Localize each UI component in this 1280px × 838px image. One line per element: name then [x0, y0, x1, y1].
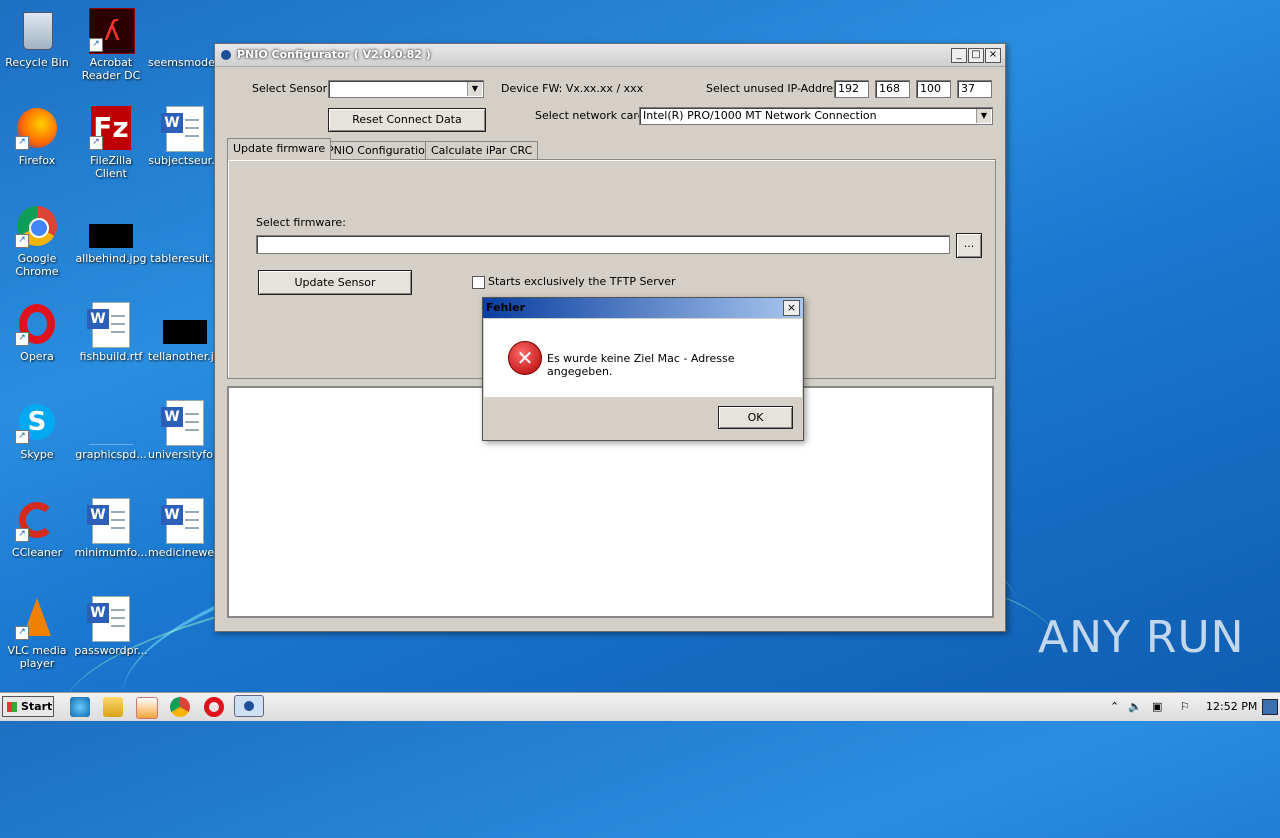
error-icon: ✕: [508, 341, 542, 375]
firmware-path-input[interactable]: [256, 235, 950, 254]
word-document-icon: W: [87, 302, 133, 348]
select-sensor-dropdown[interactable]: ▼: [328, 80, 484, 98]
desktop-icon-firefox[interactable]: ↗ Firefox: [0, 106, 74, 167]
desktop-icon-ccleaner[interactable]: ↗ CCleaner: [0, 498, 74, 559]
word-document-icon: W: [161, 498, 207, 544]
ip-octet-2[interactable]: 168: [875, 80, 910, 98]
browse-firmware-button[interactable]: ...: [956, 233, 982, 258]
chrome-icon: ↗: [15, 204, 59, 248]
explorer-icon[interactable]: [103, 697, 123, 717]
skype-icon: S ↗: [15, 400, 59, 444]
show-hidden-icons-button[interactable]: ⌃: [1110, 693, 1119, 721]
tftp-checkbox[interactable]: [472, 276, 485, 289]
desktop-icon-medicinewe[interactable]: W medicinewe...: [148, 498, 222, 559]
desktop-icon-seemsmode[interactable]: seemsmode...: [148, 8, 222, 69]
desktop-icon-filezilla[interactable]: Fz ↗ FileZilla Client: [74, 106, 148, 180]
chevron-down-icon: ▼: [976, 109, 991, 123]
tab-calculate-ipar-crc[interactable]: Calculate iPar CRC: [425, 141, 539, 159]
action-center-flag-icon[interactable]: ⚐: [1180, 693, 1190, 721]
start-button[interactable]: Start: [2, 696, 54, 717]
desktop-icon-tellanother[interactable]: tellanother.jpg: [148, 302, 222, 363]
desktop-icon-universityfo[interactable]: W universityfo...: [148, 400, 222, 461]
network-icon[interactable]: ▣: [1152, 693, 1162, 721]
app-icon: [221, 50, 231, 60]
desktop-icon-subjectseur[interactable]: W subjectseur...: [148, 106, 222, 167]
desktop-icon-chrome[interactable]: ↗ Google Chrome: [0, 204, 74, 278]
network-card-dropdown[interactable]: Intel(R) PRO/1000 MT Network Connection …: [639, 107, 993, 125]
image-file-icon: [89, 204, 133, 248]
word-document-icon: W: [87, 596, 133, 642]
dialog-close-button[interactable]: ×: [783, 300, 800, 316]
ip-octet-4[interactable]: 37: [957, 80, 992, 98]
ok-button[interactable]: OK: [718, 406, 793, 429]
internet-explorer-icon[interactable]: [70, 697, 90, 717]
window-title: PNIO Configurator ( V2.0.0.82 ): [237, 48, 431, 61]
desktop-icon-recycle-bin[interactable]: Recycle Bin: [0, 8, 74, 69]
dialog-title: Fehler: [486, 301, 526, 314]
dialog-titlebar[interactable]: Fehler ×: [483, 298, 803, 318]
clock[interactable]: 12:52 PM: [1206, 693, 1257, 721]
desktop-icon-opera[interactable]: ↗ Opera: [0, 302, 74, 363]
error-dialog: Fehler × ✕ Es wurde keine Ziel Mac - Adr…: [482, 297, 804, 441]
volume-icon[interactable]: 🔈: [1128, 693, 1142, 721]
ccleaner-icon: ↗: [15, 498, 59, 542]
dialog-message: Es wurde keine Ziel Mac - Adresse angege…: [547, 352, 735, 378]
ip-address-label: Select unused IP-Addres:: [706, 82, 843, 95]
chrome-icon[interactable]: [170, 697, 190, 717]
image-file-icon: [163, 302, 207, 346]
desktop-icon-minimumfo[interactable]: W minimumfo...: [74, 498, 148, 559]
window-titlebar[interactable]: PNIO Configurator ( V2.0.0.82 ) _ □ ×: [215, 44, 1005, 67]
blank-file-icon: [89, 400, 133, 445]
desktop-icon-skype[interactable]: S ↗ Skype: [0, 400, 74, 461]
desktop-icon-tableresult[interactable]: tableresult...: [148, 204, 222, 265]
opera-icon: ↗: [15, 302, 59, 346]
anyrun-watermark: ANY RUN: [1038, 612, 1245, 663]
pnio-configurator-icon: [244, 701, 254, 711]
blank-file-icon: [163, 8, 207, 52]
tab-update-firmware[interactable]: Update firmware: [227, 138, 332, 160]
select-firmware-label: Select firmware:: [256, 216, 346, 229]
desktop-icon-allbehind[interactable]: allbehind.jpg: [74, 204, 148, 265]
minimize-button[interactable]: _: [951, 48, 967, 63]
desktop-icon-acrobat[interactable]: ʎ ↗ Acrobat Reader DC: [74, 8, 148, 82]
ip-octet-3[interactable]: 100: [916, 80, 951, 98]
blank-file-icon: [163, 204, 207, 248]
update-sensor-button[interactable]: Update Sensor: [258, 270, 412, 295]
chevron-down-icon: ▼: [467, 82, 482, 96]
media-player-icon[interactable]: [136, 697, 158, 719]
recycle-bin-icon: [15, 8, 59, 52]
pnio-configurator-taskbar-button[interactable]: [234, 695, 264, 717]
tab-pnio-configuration[interactable]: PNIO Configuration: [321, 141, 438, 159]
show-desktop-button[interactable]: [1262, 699, 1278, 715]
word-document-icon: W: [161, 106, 207, 152]
word-document-icon: W: [161, 400, 207, 446]
network-card-label: Select network card:: [535, 109, 649, 122]
filezilla-icon: Fz ↗: [89, 106, 133, 150]
maximize-button[interactable]: □: [968, 48, 984, 63]
acrobat-icon: ʎ ↗: [89, 8, 135, 54]
vlc-icon: ↗: [15, 596, 59, 640]
desktop-icon-passwordpr[interactable]: W passwordpr...: [74, 596, 148, 657]
taskbar: Start ⌃ 🔈 ▣ ⚐ 12:52 PM: [0, 692, 1280, 721]
close-button[interactable]: ×: [985, 48, 1001, 63]
word-document-icon: W: [87, 498, 133, 544]
device-fw-text: Device FW: Vx.xx.xx / xxx: [501, 82, 644, 95]
desktop-icon-fishbuild[interactable]: W fishbuild.rtf: [74, 302, 148, 363]
firefox-icon: ↗: [15, 106, 59, 150]
desktop-icon-vlc[interactable]: ↗ VLC media player: [0, 596, 74, 670]
opera-icon[interactable]: [204, 697, 224, 717]
tftp-checkbox-label: Starts exclusively the TFTP Server: [488, 275, 676, 288]
windows-logo-icon: [7, 702, 17, 712]
reset-connect-data-button[interactable]: Reset Connect Data: [328, 108, 486, 132]
ip-octet-1[interactable]: 192: [834, 80, 869, 98]
dialog-body: ✕ Es wurde keine Ziel Mac - Adresse ange…: [484, 319, 802, 397]
select-sensor-label: Select Sensor:: [252, 82, 331, 95]
desktop-icon-graphicspd[interactable]: graphicspd...: [74, 400, 148, 461]
